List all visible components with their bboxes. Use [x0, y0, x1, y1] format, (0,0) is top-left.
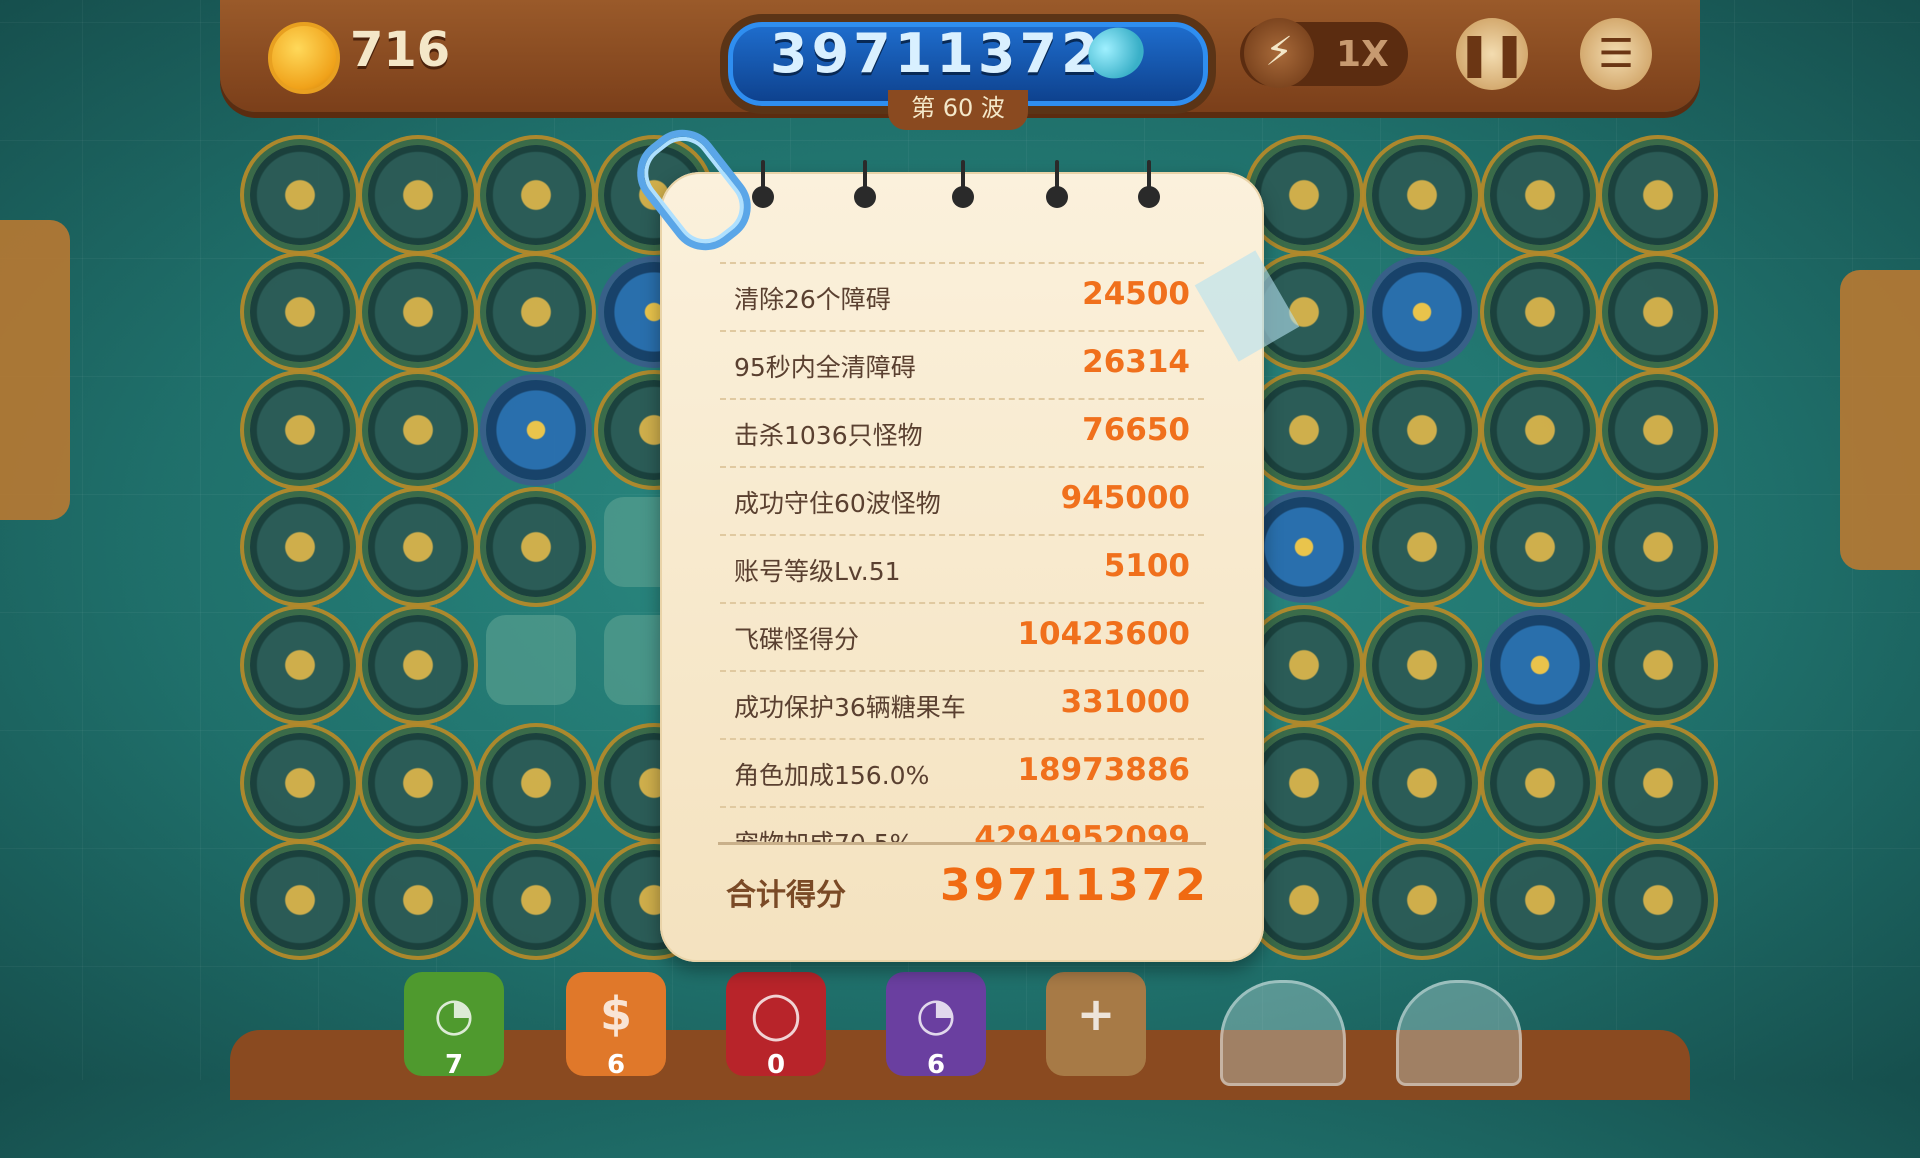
score-breakdown-list[interactable]: 清除26个障碍 24500 95秒内全清障碍 26314 击杀1036只怪物 76650 成… — [720, 262, 1204, 842]
score-row: 账号等级Lv.51 5100 — [720, 534, 1204, 602]
score-row-label: 成功保护36辆糖果车 — [734, 693, 966, 722]
binder-ring — [1138, 160, 1160, 208]
score-row-value: 331000 — [1060, 684, 1190, 720]
score-row: 宠物加成70.5% 4294952099 — [720, 806, 1204, 842]
score-row: 95秒内全清障碍 26314 — [720, 330, 1204, 398]
score-row-value: 4294952099 — [974, 820, 1190, 842]
score-row-value: 18973886 — [1017, 752, 1190, 788]
binder-ring — [752, 160, 774, 208]
score-row-label: 成功守住60波怪物 — [734, 489, 941, 518]
score-row-value: 26314 — [1082, 344, 1190, 380]
score-row-value: 945000 — [1060, 480, 1190, 516]
total-score-label: 合计得分 — [726, 878, 846, 913]
score-row-value: 10423600 — [1017, 616, 1190, 652]
score-row-value: 5100 — [1103, 548, 1190, 584]
binder-ring — [1046, 160, 1068, 208]
score-row-label: 账号等级Lv.51 — [734, 557, 901, 586]
score-row: 飞碟怪得分 10423600 — [720, 602, 1204, 670]
score-row: 角色加成156.0% 18973886 — [720, 738, 1204, 806]
score-row-label: 角色加成156.0% — [734, 761, 930, 790]
binder-ring — [854, 160, 876, 208]
score-row: 清除26个障碍 24500 — [720, 262, 1204, 330]
score-row-value: 76650 — [1082, 412, 1190, 448]
score-row-label: 清除26个障碍 — [734, 285, 891, 314]
score-row: 成功守住60波怪物 945000 — [720, 466, 1204, 534]
score-row: 成功保护36辆糖果车 331000 — [720, 670, 1204, 738]
score-row: 击杀1036只怪物 76650 — [720, 398, 1204, 466]
score-row-value: 24500 — [1082, 276, 1190, 312]
binder-ring — [952, 160, 974, 208]
total-score-value: 39711372 — [940, 860, 1209, 911]
score-row-label: 95秒内全清障碍 — [734, 353, 916, 382]
score-row-label: 飞碟怪得分 — [734, 625, 860, 654]
list-divider — [718, 842, 1206, 845]
score-row-label: 宠物加成70.5% — [734, 824, 913, 842]
score-row-label: 击杀1036只怪物 — [734, 421, 923, 450]
